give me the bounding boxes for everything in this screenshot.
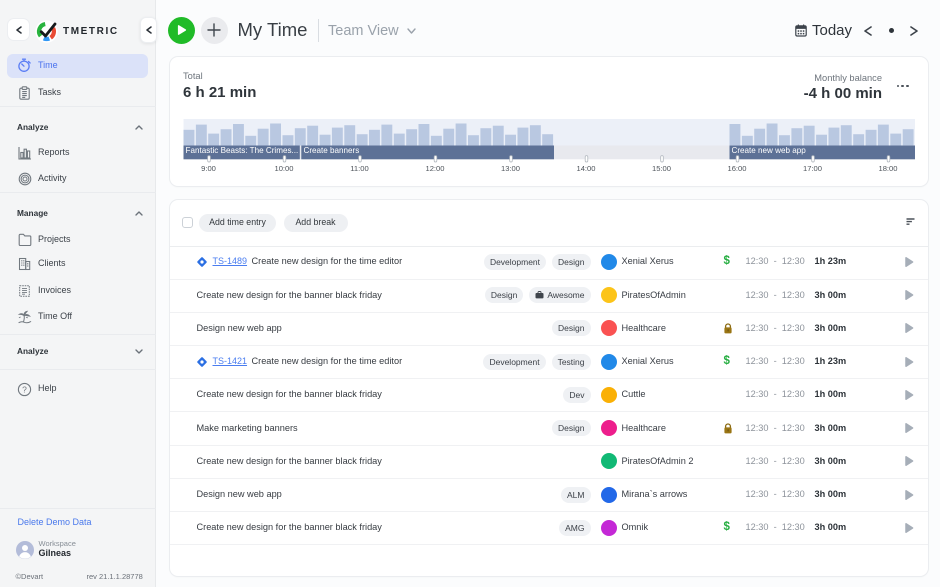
svg-text:?: ? [22, 384, 27, 394]
